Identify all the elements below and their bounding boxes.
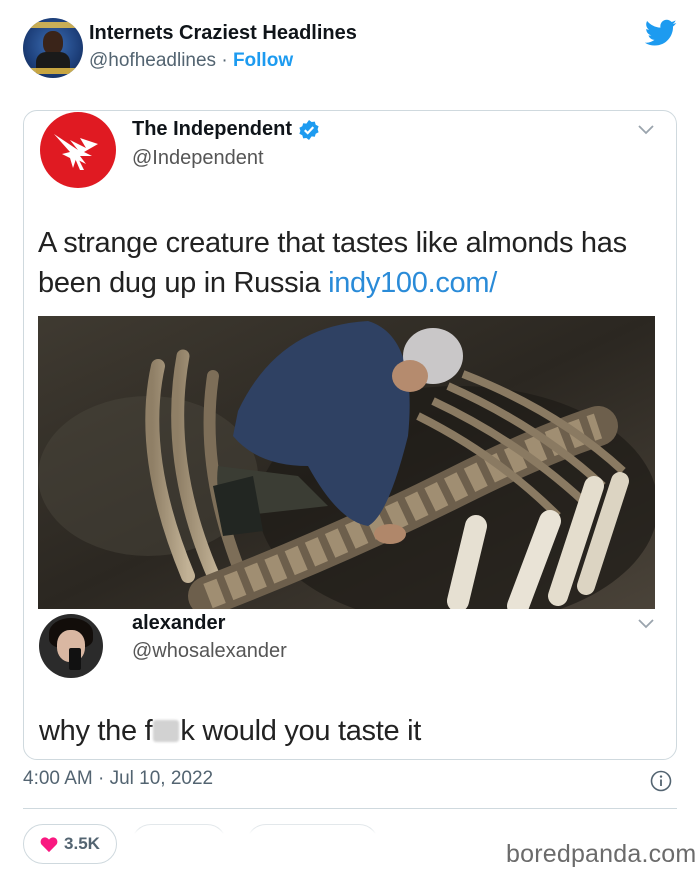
account-name[interactable]: Internets Craziest Headlines: [89, 22, 357, 45]
account-handle-row: @hofheadlines · Follow: [89, 50, 293, 72]
info-icon[interactable]: [650, 770, 672, 792]
source-name: The Independent: [132, 118, 292, 140]
headline-text: A strange creature that tastes like almo…: [38, 223, 658, 303]
tweet-timestamp[interactable]: 4:00 AM · Jul 10, 2022: [23, 768, 213, 790]
source-name-row: The Independent: [132, 118, 320, 141]
excavation-image: [38, 316, 655, 609]
account-handle[interactable]: @hofheadlines: [89, 50, 216, 71]
censor-blur: [153, 720, 180, 742]
verified-badge-icon: [299, 119, 319, 140]
source-handle: @Independent: [132, 147, 264, 169]
reply-avatar: [39, 614, 103, 678]
twitter-bird-icon[interactable]: [645, 19, 677, 47]
handle-separator: ·: [216, 50, 233, 71]
reply-text-start: why the f: [39, 715, 153, 747]
reply-handle: @whosalexander: [132, 640, 287, 662]
article-link: indy100.com/: [328, 267, 497, 299]
chevron-down-icon: [638, 619, 654, 629]
like-button[interactable]: 3.5K: [23, 824, 117, 864]
eagle-icon: [54, 134, 98, 170]
account-avatar[interactable]: [23, 18, 83, 78]
reply-text: why the f k would you taste it: [39, 715, 421, 748]
footer-divider: [23, 808, 677, 809]
reply-text-end: k would you taste it: [180, 715, 421, 747]
boredpanda-watermark: boredpanda.com: [506, 840, 697, 868]
follow-button[interactable]: Follow: [233, 50, 293, 71]
bottom-fade: [120, 828, 410, 876]
independent-logo: [40, 112, 116, 188]
heart-icon: [40, 836, 58, 852]
article-photo: [38, 316, 655, 609]
chevron-down-icon: [638, 125, 654, 135]
embedded-screenshot[interactable]: The Independent @Independent A strange c…: [23, 110, 677, 760]
reply-name: alexander: [132, 612, 226, 634]
like-count: 3.5K: [64, 834, 100, 853]
